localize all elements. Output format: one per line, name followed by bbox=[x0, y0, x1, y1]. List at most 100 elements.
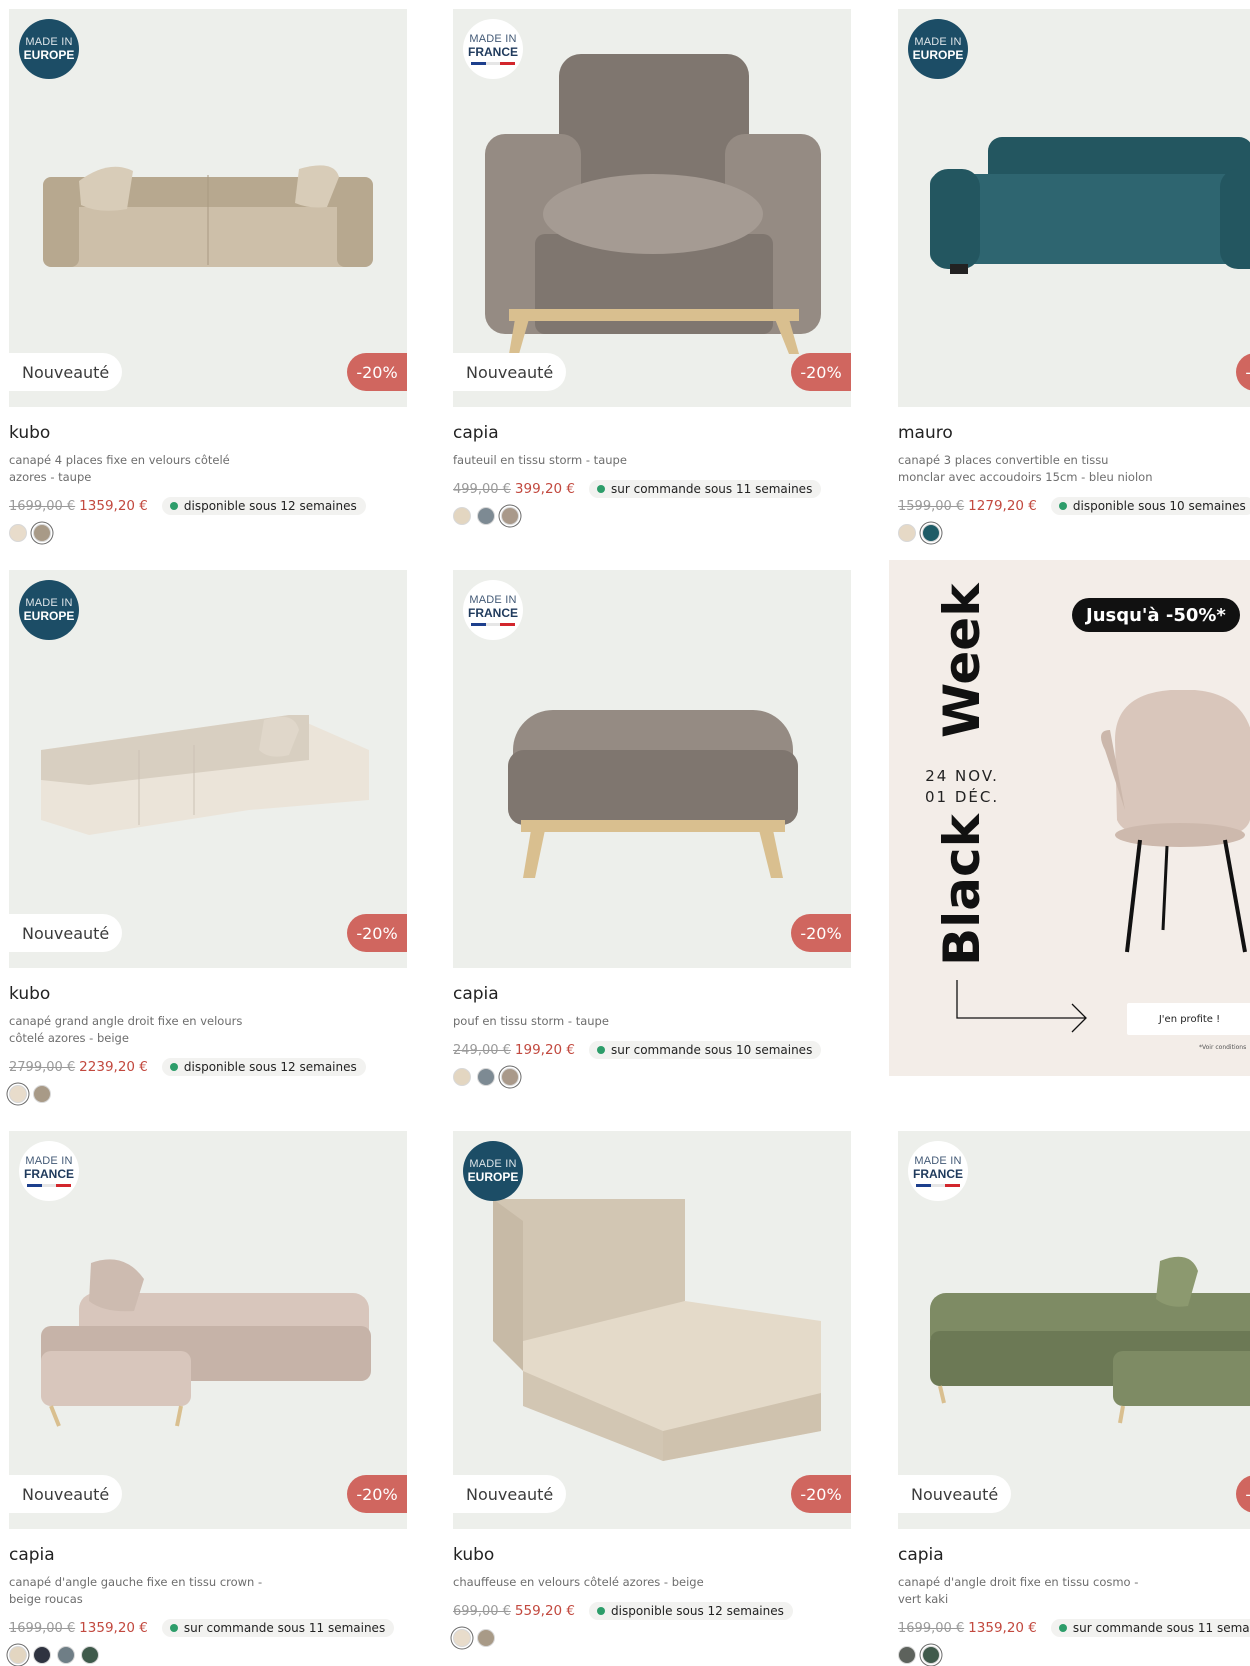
price-line: 1599,00 € 1279,20 € disponible sous 10 s… bbox=[898, 496, 1250, 516]
product-card[interactable]: MADE IN EUROPE Nouveauté -20% kubo canapé… bbox=[9, 570, 407, 1105]
color-swatch[interactable] bbox=[33, 1085, 51, 1103]
new-tag: Nouveauté bbox=[453, 353, 567, 391]
color-swatch[interactable] bbox=[477, 1068, 495, 1086]
made-in-badge: MADE IN FRANCE bbox=[19, 1141, 79, 1201]
old-price: 2799,00 € bbox=[9, 1059, 76, 1075]
color-swatch[interactable] bbox=[898, 1646, 916, 1664]
availability-text: sur commande sous 11 semaines bbox=[183, 1621, 386, 1635]
product-description[interactable]: canapé grand angle droit fixe en velours… bbox=[9, 1013, 269, 1047]
badge-line2: FRANCE bbox=[468, 44, 518, 59]
french-flag-icon bbox=[471, 61, 516, 65]
color-swatch[interactable] bbox=[81, 1646, 99, 1664]
product-description[interactable]: canapé 4 places fixe en velours côtelé a… bbox=[9, 452, 269, 486]
product-description[interactable]: pouf en tissu storm - taupe bbox=[453, 1013, 713, 1030]
product-image[interactable]: MADE IN FRANCE Nouveauté-20% bbox=[898, 1131, 1250, 1529]
product-description[interactable]: chauffeuse en velours côtelé azores - be… bbox=[453, 1574, 713, 1591]
current-price: 1359,20 € bbox=[79, 498, 148, 514]
discount-badge: -20% bbox=[347, 353, 407, 391]
product-card[interactable]: MADE IN FRANCE Nouveauté-20% capia canap… bbox=[898, 1131, 1250, 1666]
black-week-promo-banner[interactable]: Jusqu'à -50%* Week Black 24 NOV. 01 DÉC.… bbox=[889, 560, 1250, 1076]
color-swatch[interactable] bbox=[33, 524, 51, 542]
color-swatches bbox=[453, 507, 851, 527]
product-image[interactable]: MADE IN FRANCE Nouveauté-20% bbox=[453, 9, 851, 407]
new-tag: Nouveauté bbox=[9, 1475, 123, 1513]
availability-dot-icon bbox=[169, 1624, 178, 1632]
price-line: 1699,00 € 1359,20 € sur commande sous 11… bbox=[9, 1618, 407, 1638]
product-name[interactable]: capia bbox=[9, 1545, 407, 1567]
color-swatch[interactable] bbox=[453, 1629, 471, 1647]
availability-text: sur commande sous 11 semaines bbox=[611, 482, 813, 496]
product-name[interactable]: capia bbox=[453, 423, 851, 445]
new-tag: Nouveauté bbox=[9, 353, 123, 391]
product-name[interactable]: capia bbox=[898, 1545, 1250, 1567]
product-image[interactable]: MADE IN EUROPE -20% bbox=[898, 9, 1250, 407]
availability-text: disponible sous 12 semaines bbox=[183, 1060, 357, 1074]
product-image[interactable]: MADE IN EUROPE Nouveauté -20% bbox=[9, 9, 407, 407]
discount-badge: -20% bbox=[347, 1475, 407, 1513]
product-description[interactable]: canapé 3 places convertible en tissu mon… bbox=[898, 452, 1158, 486]
product-description[interactable]: fauteuil en tissu storm - taupe bbox=[453, 452, 713, 469]
product-description[interactable]: canapé d'angle droit fixe en tissu cosmo… bbox=[898, 1574, 1158, 1608]
color-swatch[interactable] bbox=[477, 507, 495, 525]
promo-conditions-link[interactable]: *Voir conditions bbox=[1199, 1044, 1246, 1051]
product-card[interactable]: MADE IN FRANCE -20% capia pouf en tissu … bbox=[453, 570, 851, 1088]
color-swatches bbox=[9, 1646, 407, 1666]
new-tag: Nouveauté bbox=[453, 1475, 567, 1513]
promo-date-end: 01 DÉC. bbox=[925, 788, 1000, 806]
color-swatch[interactable] bbox=[9, 524, 27, 542]
promo-cta-button[interactable]: J'en profite ! bbox=[1127, 1003, 1250, 1035]
price-line: 499,00 € 399,20 € sur commande sous 11 s… bbox=[453, 479, 851, 499]
product-card[interactable]: MADE IN FRANCE Nouveauté -20% capia canap… bbox=[9, 1131, 407, 1666]
promo-title-week: Week bbox=[933, 583, 991, 738]
product-name[interactable]: mauro bbox=[898, 423, 1250, 445]
color-swatch[interactable] bbox=[9, 1085, 27, 1103]
color-swatch[interactable] bbox=[9, 1646, 27, 1664]
color-swatch[interactable] bbox=[453, 507, 471, 525]
color-swatch[interactable] bbox=[922, 524, 940, 542]
badge-line1: MADE IN bbox=[25, 36, 73, 48]
product-card[interactable]: MADE IN EUROPE Nouveauté -20% kubo chauff… bbox=[453, 1131, 851, 1649]
color-swatch[interactable] bbox=[33, 1646, 51, 1664]
promo-date-start: 24 NOV. bbox=[925, 767, 999, 785]
product-name[interactable]: capia bbox=[453, 984, 851, 1006]
chair-image bbox=[1101, 690, 1250, 953]
product-image[interactable]: MADE IN FRANCE Nouveauté -20% bbox=[9, 1131, 407, 1529]
product-image[interactable]: MADE IN EUROPE Nouveauté -20% bbox=[9, 570, 407, 968]
price-line: 699,00 € 559,20 € disponible sous 12 sem… bbox=[453, 1601, 851, 1621]
product-card[interactable]: MADE IN EUROPE -20% mauro canapé 3 place… bbox=[898, 9, 1250, 544]
color-swatch[interactable] bbox=[453, 1068, 471, 1086]
badge-line2: EUROPE bbox=[467, 1170, 519, 1184]
badge-line1: MADE IN bbox=[469, 593, 517, 606]
product-card[interactable]: MADE IN FRANCE Nouveauté -20% capia faute… bbox=[453, 9, 851, 527]
color-swatch[interactable] bbox=[57, 1646, 75, 1664]
made-in-badge: MADE IN EUROPE bbox=[19, 19, 79, 79]
badge-line1: MADE IN bbox=[914, 1154, 962, 1167]
color-swatch[interactable] bbox=[898, 524, 916, 542]
product-name[interactable]: kubo bbox=[9, 984, 407, 1006]
promo-title-black: Black bbox=[933, 814, 991, 966]
availability-dot-icon bbox=[597, 1607, 606, 1615]
availability-badge: disponible sous 12 semaines bbox=[161, 1058, 366, 1076]
color-swatch[interactable] bbox=[922, 1646, 940, 1664]
old-price: 1699,00 € bbox=[898, 1620, 965, 1636]
french-flag-icon bbox=[916, 1183, 961, 1187]
price-line: 1699,00 € 1359,20 € sur commande sous 11… bbox=[898, 1618, 1250, 1638]
color-swatch[interactable] bbox=[477, 1629, 495, 1647]
availability-badge: disponible sous 12 semaines bbox=[161, 497, 366, 515]
product-image[interactable]: MADE IN EUROPE Nouveauté -20% bbox=[453, 1131, 851, 1529]
badge-line2: FRANCE bbox=[913, 1166, 963, 1181]
color-swatch[interactable] bbox=[501, 1068, 519, 1086]
price-line: 2799,00 € 2239,20 € disponible sous 12 s… bbox=[9, 1057, 407, 1077]
product-name[interactable]: kubo bbox=[453, 1545, 851, 1567]
arrow-right-icon bbox=[956, 980, 1087, 1033]
product-image[interactable]: MADE IN FRANCE -20% bbox=[453, 570, 851, 968]
french-flag-icon bbox=[27, 1183, 72, 1187]
color-swatch[interactable] bbox=[501, 507, 519, 525]
made-in-badge: MADE IN FRANCE bbox=[463, 19, 523, 79]
product-card[interactable]: MADE IN EUROPE Nouveauté -20% kubo canapé… bbox=[9, 9, 407, 544]
old-price: 499,00 € bbox=[453, 481, 511, 497]
product-name[interactable]: kubo bbox=[9, 423, 407, 445]
color-swatches bbox=[9, 524, 407, 544]
color-swatches bbox=[453, 1068, 851, 1088]
product-description[interactable]: canapé d'angle gauche fixe en tissu crow… bbox=[9, 1574, 269, 1608]
